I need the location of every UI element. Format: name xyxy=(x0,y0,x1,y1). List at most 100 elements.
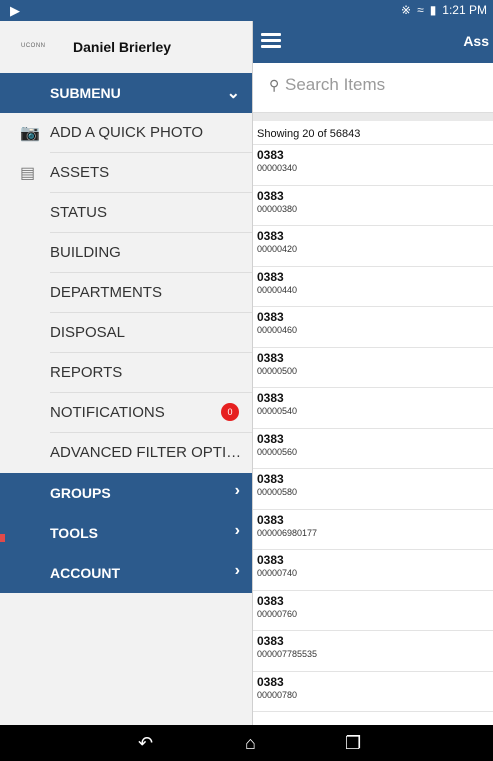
menu-item-disposal[interactable]: DISPOSAL xyxy=(0,313,252,353)
menu-item-label: ASSETS xyxy=(50,164,110,181)
search-bar: ⚲ xyxy=(253,63,493,113)
item-code: 0383 xyxy=(257,593,284,608)
submenu-header[interactable]: SUBMENU ⌄ xyxy=(0,73,252,113)
item-code: 0383 xyxy=(257,350,284,365)
account-label: ACCOUNT xyxy=(50,565,120,581)
item-number: 00000460 xyxy=(257,325,298,335)
search-input[interactable] xyxy=(285,75,475,95)
item-number: 00000440 xyxy=(257,284,298,295)
home-icon[interactable]: ⌂ xyxy=(245,733,256,754)
item-code: 0383 xyxy=(257,229,284,243)
list-item[interactable]: 0383 00000740 xyxy=(253,550,493,591)
tools-label: TOOLS xyxy=(50,525,98,541)
list-item[interactable]: 0383 00000420 xyxy=(253,226,493,267)
menu-item-label: DISPOSAL xyxy=(50,324,126,341)
app-title: Ass xyxy=(463,33,489,49)
list-item[interactable]: 0383 00000580 xyxy=(253,469,493,510)
menu-item-departments[interactable]: DEPARTMENTS xyxy=(0,273,252,313)
item-number: 00000780 xyxy=(257,689,298,700)
back-icon[interactable]: ↶ xyxy=(138,733,153,754)
item-number: 00000760 xyxy=(257,608,298,619)
item-code: 0383 xyxy=(257,310,284,324)
chevron-right-icon: › xyxy=(234,522,240,539)
results-count: Showing 20 of 56843 xyxy=(253,121,493,145)
menu-icon[interactable] xyxy=(261,33,281,49)
search-icon: ⚲ xyxy=(269,77,280,93)
menu-item-label: ADVANCED FILTER OPTIONS xyxy=(50,444,246,461)
item-number: 00000380 xyxy=(257,203,298,214)
play-store-icon: ▶ xyxy=(10,3,20,18)
chevron-down-icon: ⌄ xyxy=(226,85,240,102)
menu-tools[interactable]: TOOLS › xyxy=(0,513,252,553)
item-code: 0383 xyxy=(257,269,284,284)
list-item[interactable]: 0383 00000540 xyxy=(253,388,493,429)
menu-item-advanced-filter[interactable]: ADVANCED FILTER OPTIONS xyxy=(0,433,252,473)
notification-badge: 0 xyxy=(221,403,239,421)
menu-item-label: ADD A QUICK PHOTO xyxy=(50,124,204,141)
status-time: 1:21 PM xyxy=(442,3,487,17)
menu-item-label: NOTIFICATIONS xyxy=(50,404,165,421)
item-number: 00000340 xyxy=(257,163,298,173)
list-item[interactable]: 0383 00000380 xyxy=(253,186,493,226)
item-code: 0383 xyxy=(257,512,284,527)
camera-icon: 📷 xyxy=(20,125,40,142)
item-number: 00000740 xyxy=(257,568,298,578)
item-code: 0383 xyxy=(257,472,284,486)
system-nav-bar: ↶ ⌂ ❐ xyxy=(0,725,493,761)
list-item[interactable]: 0383 00000780 xyxy=(253,672,493,712)
item-code: 0383 xyxy=(257,674,284,689)
list-item[interactable]: 0383 00000440 xyxy=(253,267,493,307)
user-name: Daniel Brierley xyxy=(73,39,172,55)
wifi-icon: ≈ xyxy=(417,3,424,17)
item-code: 0383 xyxy=(257,188,284,203)
item-code: 0383 xyxy=(257,148,284,162)
bluetooth-icon: ※ xyxy=(401,3,412,17)
item-code: 0383 xyxy=(257,553,284,567)
battery-icon: ▮ xyxy=(429,3,437,17)
main-panel: Ass ⚲ Showing 20 of 56843 038300000340 0… xyxy=(253,21,493,725)
menu-item-label: STATUS xyxy=(50,204,107,221)
chevron-right-icon: › xyxy=(234,562,240,579)
menu-item-notifications[interactable]: NOTIFICATIONS 0 xyxy=(0,393,252,433)
navigation-drawer: UCONN Daniel Brierley SUBMENU ⌄ 📷 ADD A … xyxy=(0,21,253,725)
menu-item-add-quick-photo[interactable]: 📷 ADD A QUICK PHOTO xyxy=(0,113,252,153)
drawer-header: UCONN Daniel Brierley xyxy=(0,21,252,73)
menu-account[interactable]: ACCOUNT › xyxy=(0,553,252,593)
menu-item-reports[interactable]: REPORTS xyxy=(0,353,252,393)
list-item[interactable]: 0383 00000500 xyxy=(253,348,493,388)
list-item[interactable]: 0383 00000760 xyxy=(253,591,493,631)
item-code: 0383 xyxy=(257,431,284,446)
item-number: 000006980177 xyxy=(257,527,318,538)
item-code: 0383 xyxy=(257,634,284,648)
chevron-right-icon: › xyxy=(234,482,240,499)
item-number: 00000540 xyxy=(257,406,298,416)
separator xyxy=(253,113,493,121)
menu-item-label: REPORTS xyxy=(50,364,123,381)
menu-item-status[interactable]: STATUS xyxy=(0,193,252,233)
submenu-label: SUBMENU xyxy=(50,85,121,101)
item-number: 00000420 xyxy=(257,244,298,254)
menu-item-label: BUILDING xyxy=(50,244,121,261)
menu-item-label: DEPARTMENTS xyxy=(50,284,162,301)
item-number: 00000500 xyxy=(257,365,298,376)
list-item[interactable]: 0383 000006980177 xyxy=(253,510,493,550)
uconn-logo: UCONN xyxy=(21,43,46,49)
item-code: 0383 xyxy=(257,391,284,405)
document-icon: ▤ xyxy=(20,165,36,182)
item-number: 00000560 xyxy=(257,446,298,457)
edge-marker xyxy=(0,534,5,542)
item-number: 00000580 xyxy=(257,487,298,497)
list-item[interactable]: 0383 00000340 xyxy=(253,145,493,186)
menu-item-assets[interactable]: ▤ ASSETS xyxy=(0,153,252,193)
list-item[interactable]: 0383 000007785535 xyxy=(253,631,493,672)
status-bar: ▶ ※ ≈ ▮ 1:21 PM xyxy=(0,0,493,21)
item-number: 000007785535 xyxy=(257,649,318,659)
app-bar: Ass xyxy=(253,21,493,63)
list-item[interactable]: 0383 00000560 xyxy=(253,429,493,469)
item-list: 0383 00000340 0383 00000380 0383 00000420 0… xyxy=(253,145,493,712)
recents-icon[interactable]: ❐ xyxy=(345,733,361,754)
groups-label: GROUPS xyxy=(50,485,111,501)
list-item[interactable]: 0383 00000460 xyxy=(253,307,493,348)
menu-item-building[interactable]: BUILDING xyxy=(0,233,252,273)
menu-groups[interactable]: GROUPS › xyxy=(0,473,252,513)
